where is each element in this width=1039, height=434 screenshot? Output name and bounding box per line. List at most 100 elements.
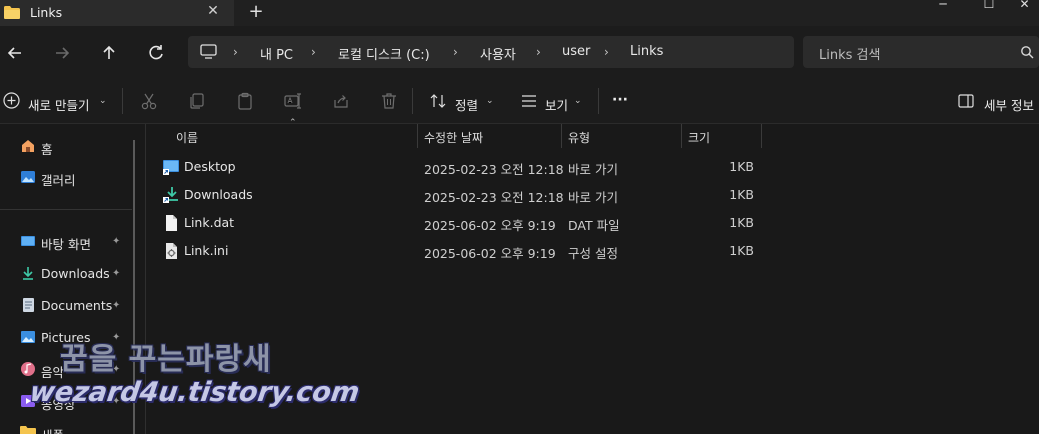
chevron-down-icon[interactable]: ⌄	[486, 96, 494, 106]
new-button[interactable]: 새로 만들기	[28, 95, 89, 114]
pin-icon[interactable]: ✦	[112, 236, 120, 247]
sidebar-item-desktop[interactable]: 바탕 화면 ✦	[20, 231, 130, 252]
pin-icon[interactable]: ✦	[112, 300, 120, 311]
home-icon	[22, 140, 34, 152]
view-button[interactable]: 보기	[545, 95, 568, 114]
music-icon	[21, 362, 35, 376]
breadcrumb-my-pc[interactable]: 내 PC	[260, 44, 293, 63]
sidebar-item-label: Downloads	[41, 266, 110, 281]
tab-close-button[interactable]: ✕	[206, 4, 220, 18]
pictures-icon	[21, 331, 35, 343]
sidebar-item-label: 홈	[41, 142, 53, 157]
desktop-shortcut-icon	[163, 160, 179, 175]
chevron-down-icon[interactable]: ⌄	[574, 96, 582, 106]
sidebar-item-home[interactable]: 홈	[20, 136, 130, 157]
up-icon[interactable]	[98, 42, 120, 64]
new-tab-button[interactable]: +	[248, 3, 264, 21]
breadcrumb-local-disk[interactable]: 로컬 디스크 (C:)	[338, 44, 430, 63]
pc-icon	[200, 44, 217, 59]
tab-links[interactable]: Links ✕	[0, 0, 234, 26]
column-header-date[interactable]: 수정한 날짜	[424, 129, 483, 146]
table-row[interactable]: Link.ini 2025-06-02 오후 9:19 구성 설정 1KB	[160, 238, 765, 264]
add-icon[interactable]	[3, 92, 20, 109]
file-date: 2025-02-23 오전 12:18	[424, 162, 564, 177]
search-placeholder: Links 검색	[819, 48, 881, 63]
column-header-type[interactable]: 유형	[568, 129, 590, 146]
rename-icon[interactable]	[284, 92, 302, 110]
maximize-button[interactable]: ☐	[966, 0, 1012, 12]
table-row[interactable]: Link.dat 2025-06-02 오후 9:19 DAT 파일 1KB	[160, 210, 765, 236]
file-type: DAT 파일	[568, 218, 620, 233]
sidebar-item-documents[interactable]: Documents ✦	[20, 295, 130, 315]
tab-title: Links	[30, 5, 63, 20]
desktop-icon	[21, 236, 35, 246]
breadcrumb-users[interactable]: 사용자	[480, 44, 516, 63]
view-icon[interactable]	[521, 94, 537, 108]
column-separator[interactable]	[561, 124, 562, 148]
divider	[598, 88, 599, 114]
back-icon[interactable]	[4, 42, 26, 64]
folder-icon	[4, 6, 20, 19]
file-size: 1KB	[729, 187, 754, 202]
column-header-name[interactable]: 이름	[176, 129, 198, 146]
copy-icon[interactable]	[188, 92, 206, 110]
file-type: 바로 가기	[568, 162, 618, 177]
file-type: 구성 설정	[568, 246, 618, 261]
column-separator[interactable]	[681, 124, 682, 148]
delete-icon[interactable]	[380, 92, 398, 110]
breadcrumb-user[interactable]: user	[562, 44, 590, 59]
downloads-shortcut-icon	[163, 187, 178, 203]
share-icon[interactable]	[332, 92, 350, 110]
breadcrumb-separator: ›	[233, 45, 238, 59]
gallery-icon	[21, 171, 35, 183]
documents-icon	[23, 298, 34, 312]
more-options-button[interactable]: ···	[612, 92, 628, 108]
file-name: Link.ini	[184, 243, 229, 258]
sidebar-item-new-folder[interactable]: 새폴	[20, 422, 130, 434]
column-separator[interactable]	[761, 124, 762, 148]
pin-icon[interactable]: ✦	[112, 268, 120, 279]
table-row[interactable]: Desktop 2025-02-23 오전 12:18 바로 가기 1KB	[160, 154, 765, 180]
file-name: Downloads	[184, 187, 253, 202]
cut-icon[interactable]	[140, 92, 158, 110]
file-type: 바로 가기	[568, 190, 618, 205]
refresh-icon[interactable]	[145, 42, 167, 64]
title-bar: Links ✕ + ─ ☐ ✕	[0, 0, 1039, 26]
file-size: 1KB	[729, 243, 754, 258]
downloads-icon	[23, 267, 33, 280]
sidebar-item-gallery[interactable]: 갤러리	[20, 167, 130, 188]
sidebar-divider	[0, 209, 132, 210]
file-size: 1KB	[729, 215, 754, 230]
sort-ascending-icon: ⌃	[289, 118, 297, 128]
file-date: 2025-06-02 오후 9:19	[424, 246, 556, 261]
paste-icon[interactable]	[236, 92, 254, 110]
minimize-button[interactable]: ─	[920, 0, 966, 12]
details-pane-icon[interactable]	[958, 94, 974, 108]
breadcrumb-separator: ›	[311, 45, 316, 59]
watermark-text: 꿈을 꾸는파랑새	[60, 342, 272, 377]
column-header-size[interactable]: 크기	[688, 129, 710, 146]
close-button[interactable]: ✕	[1010, 0, 1039, 12]
file-date: 2025-06-02 오후 9:19	[424, 218, 556, 233]
sort-icon[interactable]	[430, 93, 446, 109]
sidebar-item-label: 새폴	[41, 425, 64, 434]
details-button[interactable]: 세부 정보	[984, 95, 1034, 114]
sort-button[interactable]: 정렬	[455, 95, 478, 114]
watermark-url: wezard4u.tistory.com	[27, 377, 362, 408]
sidebar-item-label: 바탕 화면	[41, 237, 91, 252]
chevron-down-icon[interactable]: ⌄	[99, 96, 107, 106]
divider	[412, 88, 413, 114]
breadcrumb-separator: ›	[453, 45, 458, 59]
search-icon[interactable]	[1020, 45, 1034, 59]
column-separator[interactable]	[417, 124, 418, 148]
table-row[interactable]: Downloads 2025-02-23 오전 12:18 바로 가기 1KB	[160, 182, 765, 208]
forward-icon[interactable]	[51, 42, 73, 64]
config-file-icon	[166, 243, 177, 259]
breadcrumb-separator: ›	[604, 45, 609, 59]
divider	[122, 88, 123, 114]
file-name: Desktop	[184, 159, 236, 174]
file-date: 2025-02-23 오전 12:18	[424, 190, 564, 205]
breadcrumb-links[interactable]: Links	[630, 44, 663, 59]
sidebar-item-downloads[interactable]: Downloads ✦	[20, 263, 130, 283]
file-size: 1KB	[729, 159, 754, 174]
